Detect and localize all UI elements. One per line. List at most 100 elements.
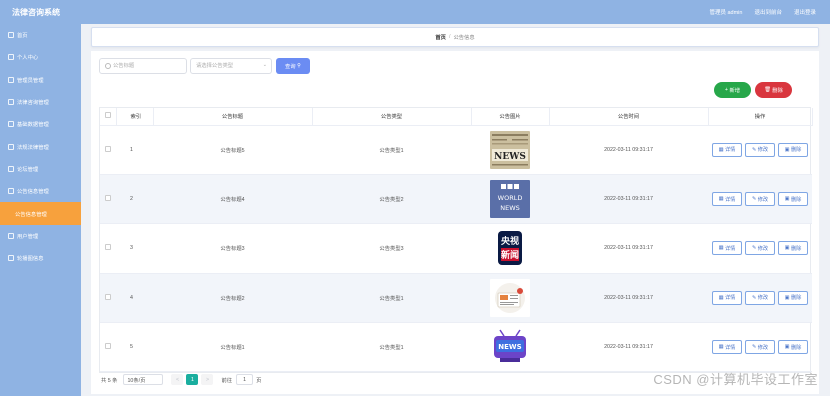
edit-button[interactable]: ✎ 修改 (745, 142, 775, 157)
header-type: 公告类型 (312, 108, 472, 126)
detail-button[interactable]: ▦ 详情 (712, 142, 742, 157)
search-button[interactable]: 查询 ⚲ (276, 58, 310, 74)
edit-button[interactable]: ✎ 修改 (745, 192, 775, 207)
edit-icon: ✎ (751, 344, 757, 351)
title-search-field[interactable] (99, 58, 187, 74)
users-icon (8, 232, 14, 239)
add-button[interactable]: + 新增 (714, 82, 751, 98)
header-image: 公告图片 (471, 108, 550, 126)
sidebar-item-label: 轮播图信息 (17, 256, 44, 263)
home-icon (8, 32, 14, 39)
bbc-world-news-logo-image[interactable]: WORLD NEWS (490, 180, 530, 219)
page-number-current[interactable]: 1 (186, 374, 199, 385)
prev-page-button[interactable]: < (171, 374, 184, 385)
delete-button[interactable]: ▣ 删除 (778, 340, 808, 355)
sidebar-item-label: 公告信息管理 (17, 189, 49, 196)
batch-delete-button[interactable]: 🗑 删除 (755, 82, 792, 98)
news-tv-icon-image[interactable]: NEWS (490, 328, 530, 367)
sidebar-item-forum[interactable]: 论坛管理 (0, 158, 81, 180)
row-checkbox[interactable] (105, 244, 111, 251)
sidebar-item-notice-group[interactable]: 公告信息管理 (0, 180, 81, 202)
goto-page-input[interactable]: 1 (236, 374, 254, 385)
delete-label: 删除 (790, 196, 802, 203)
row-title: 公告标题5 (153, 125, 312, 175)
edit-label: 修改 (757, 295, 769, 302)
delete-button[interactable]: ▣ 删除 (778, 142, 808, 157)
row-time: 2022-03-11 09:31:17 (549, 322, 708, 373)
detail-button[interactable]: ▦ 详情 (712, 290, 742, 305)
select-all-checkbox[interactable] (104, 112, 111, 119)
sidebar-item-users[interactable]: 用户管理 (0, 225, 81, 247)
row-index: 3 (116, 223, 153, 274)
edit-icon: ✎ (751, 294, 757, 301)
sidebar-item-profile[interactable]: 个人中心 (0, 46, 81, 68)
delete-label: 删除 (790, 344, 802, 351)
logout-link[interactable]: 退出登录 (794, 8, 816, 16)
delete-button[interactable]: ▣ 删除 (778, 290, 808, 305)
edit-button[interactable]: ✎ 修改 (745, 340, 775, 355)
sidebar-item-notice-management[interactable]: 公告信息管理 (0, 202, 81, 225)
breadcrumb: 首页 / 公告信息 (91, 27, 819, 47)
delete-button[interactable]: ▣ 删除 (778, 192, 808, 207)
detail-button[interactable]: ▦ 详情 (712, 241, 742, 256)
next-page-button[interactable]: > (201, 374, 214, 385)
sidebar-item-admin[interactable]: 管理员管理 (0, 69, 81, 91)
row-checkbox[interactable] (105, 293, 111, 300)
row-index: 2 (116, 174, 153, 225)
breadcrumb-home[interactable]: 首页 (435, 33, 446, 41)
newspaper-illustration-image[interactable] (490, 278, 530, 317)
user-icon (8, 54, 14, 61)
detail-button[interactable]: ▦ 详情 (712, 192, 742, 207)
page-size-select[interactable]: 10条/页 (123, 374, 164, 385)
table-row: 1 公告标题5 公告类型1 NEWS 2022-03-11 09:31:17 ▦… (100, 125, 812, 175)
detail-icon: ▦ (718, 344, 724, 351)
row-checkbox[interactable] (105, 145, 111, 152)
data-icon (8, 121, 14, 128)
title-search-input[interactable] (113, 59, 183, 73)
cctv-news-logo-image[interactable]: 央视新闻 (490, 229, 530, 268)
news-newspaper-image[interactable]: NEWS (490, 130, 530, 169)
svg-text:央视: 央视 (501, 235, 519, 247)
trash-icon: ▣ (784, 196, 790, 203)
row-type: 公告类型1 (312, 273, 471, 324)
sidebar-item-laws[interactable]: 法规法律管理 (0, 135, 81, 157)
notice-table: 索引 公告标题 公告类型 公告图片 公告时间 操作 1 公告标题5 公告类型1 … (99, 107, 813, 374)
pagination: 共 5 条 10条/页 < 1 > 前往 1 页 (101, 374, 261, 385)
row-image-cell (471, 273, 549, 324)
header-index: 索引 (116, 108, 154, 126)
type-select-input[interactable] (196, 59, 261, 73)
type-select[interactable]: ⌄ (190, 58, 272, 74)
trash-icon: ▣ (784, 146, 790, 153)
edit-button[interactable]: ✎ 修改 (745, 290, 775, 305)
row-checkbox[interactable] (105, 195, 111, 202)
detail-label: 详情 (724, 295, 736, 302)
header-title: 公告标题 (153, 108, 313, 126)
forum-icon (8, 165, 14, 172)
edit-button[interactable]: ✎ 修改 (745, 241, 775, 256)
sidebar-item-carousel[interactable]: 轮播图信息 (0, 247, 81, 269)
add-button-label: 新增 (729, 88, 741, 94)
row-type: 公告类型3 (312, 223, 471, 274)
delete-label: 删除 (790, 147, 802, 154)
detail-button[interactable]: ▦ 详情 (712, 340, 742, 355)
sidebar-item-home[interactable]: 首页 (0, 24, 81, 46)
row-select-cell (100, 125, 116, 175)
carousel-icon (8, 255, 14, 262)
sidebar-item-basic-data[interactable]: 基础数据管理 (0, 113, 81, 135)
delete-button[interactable]: ▣ 删除 (778, 241, 808, 256)
trash-icon: ▣ (784, 294, 790, 301)
search-icon: ⚲ (297, 63, 301, 69)
detail-icon: ▦ (718, 146, 724, 153)
row-checkbox[interactable] (105, 343, 111, 350)
edit-icon: ✎ (751, 245, 757, 252)
notice-icon (8, 188, 14, 195)
sidebar-item-label: 公告信息管理 (15, 211, 47, 218)
back-to-front-link[interactable]: 退出到前台 (754, 8, 782, 16)
sidebar-item-label: 基础数据管理 (17, 122, 49, 129)
svg-text:NEWS: NEWS (494, 152, 526, 162)
edit-label: 修改 (757, 196, 769, 203)
table-row: 3 公告标题3 公告类型3 央视 新闻 2022-03-11 09:31:17 ▦… (100, 223, 812, 274)
sidebar-item-consult[interactable]: 法律咨询管理 (0, 91, 81, 113)
row-image-cell: NEWS (471, 322, 549, 373)
svg-text:NEWS: NEWS (498, 343, 521, 351)
